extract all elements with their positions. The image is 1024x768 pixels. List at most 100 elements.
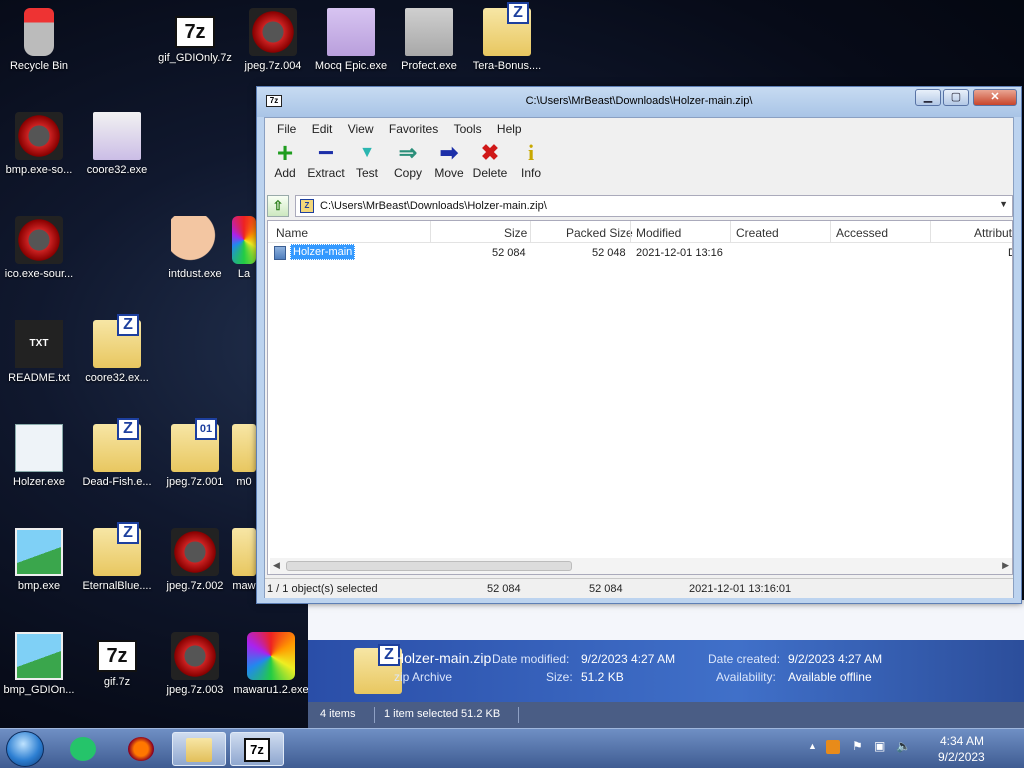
- info-button[interactable]: i Info: [511, 140, 551, 180]
- close-button[interactable]: ✕: [973, 89, 1017, 106]
- desktop-icon-mawaru[interactable]: mawaru1.2.exe: [232, 632, 310, 696]
- minimize-button[interactable]: ▁: [915, 89, 941, 106]
- desktop-icon-m0[interactable]: m0: [232, 424, 256, 488]
- taskbar-app-7zip[interactable]: 7z: [230, 732, 284, 766]
- menu-bar: File Edit View Favorites Tools Help: [265, 118, 1013, 140]
- desktop-icon-gif-gdionly-7z[interactable]: 7z gif_GDIOnly.7z: [156, 8, 234, 64]
- desktop-icon-bmp-exe-source[interactable]: bmp.exe-so...: [0, 112, 78, 176]
- move-button[interactable]: ➡ Move: [429, 140, 469, 180]
- desktop-icon-intdust[interactable]: intdust.exe: [156, 216, 234, 280]
- add-label: Add: [274, 166, 296, 180]
- desktop-icon-label: EternalBlue....: [82, 580, 152, 592]
- up-folder-button[interactable]: ⇧: [267, 195, 289, 217]
- taskbar-app-notes[interactable]: [56, 732, 110, 766]
- scroll-right-icon[interactable]: ▶: [1002, 560, 1009, 571]
- menu-help[interactable]: Help: [491, 118, 528, 140]
- add-button[interactable]: + Add: [265, 139, 305, 181]
- network-icon[interactable]: ▣: [874, 739, 885, 753]
- desktop-icon-recycle-bin[interactable]: Recycle Bin: [0, 8, 78, 72]
- clock-time[interactable]: 4:34 AM: [940, 734, 984, 748]
- row-name: Holzer-main: [290, 244, 356, 260]
- info-label: Info: [520, 166, 541, 180]
- show-hidden-icons-icon[interactable]: ▲: [808, 741, 817, 751]
- desktop-icon-bmp-gdionly[interactable]: bmp_GDIOn...: [0, 632, 78, 696]
- desktop-icon-jpeg-7z-004[interactable]: jpeg.7z.004: [234, 8, 312, 72]
- desktop-icon-tera-bonus[interactable]: Z Tera-Bonus....: [468, 2, 546, 72]
- desktop-icon-bmp-exe[interactable]: bmp.exe: [0, 528, 78, 592]
- menu-view[interactable]: View: [342, 118, 380, 140]
- desktop-icon-readme[interactable]: TXT README.txt: [0, 320, 78, 384]
- chevron-down-icon[interactable]: ▼: [999, 199, 1008, 209]
- clock-date[interactable]: 9/2/2023: [938, 750, 985, 764]
- file-list: Name Size Packed Size Modified Created A…: [267, 220, 1013, 575]
- size-label: Size:: [546, 670, 573, 684]
- desktop-icon-label: README.txt: [8, 372, 70, 384]
- desktop-icon-gif-7z[interactable]: 7z gif.7z: [78, 632, 156, 688]
- split-archive-icon: [171, 632, 219, 680]
- menu-tools[interactable]: Tools: [448, 118, 488, 140]
- scroll-thumb[interactable]: [286, 561, 572, 571]
- status-modified: 2021-12-01 13:16:01: [689, 583, 792, 595]
- scroll-left-icon[interactable]: ◀: [273, 560, 280, 571]
- desktop-icon-label: coore32.exe: [86, 164, 148, 176]
- desktop-icon-mocq-epic[interactable]: Mocq Epic.exe: [312, 8, 390, 72]
- flag-icon[interactable]: ⚑: [852, 739, 863, 753]
- tray-app-icon[interactable]: [826, 740, 840, 754]
- address-path: C:\Users\MrBeast\Downloads\Holzer-main.z…: [320, 200, 547, 212]
- column-attribute[interactable]: Attribute: [974, 226, 1012, 240]
- title-bar[interactable]: 7z C:\Users\MrBeast\Downloads\Holzer-mai…: [257, 87, 1021, 117]
- column-header: Name Size Packed Size Modified Created A…: [268, 221, 1012, 243]
- extract-button[interactable]: − Extract: [306, 139, 346, 181]
- system-tray: ▲ ⚑ ▣ 🔈 4:34 AM 9/2/2023: [804, 729, 1024, 768]
- desktop-icon-holzer[interactable]: Holzer.exe: [0, 424, 78, 488]
- desktop-icon-label: gif.7z: [103, 676, 131, 688]
- desktop-icon-eternalblue[interactable]: Z EternalBlue....: [78, 522, 156, 592]
- desktop-icon-dead-fish[interactable]: Z Dead-Fish.e...: [78, 418, 156, 488]
- info-icon: i: [527, 140, 535, 165]
- move-label: Move: [434, 166, 464, 180]
- desktop-icon-coore32[interactable]: coore32.exe: [78, 112, 156, 176]
- desktop-icon-label: bmp_GDIOn...: [3, 684, 75, 696]
- desktop-icon-la[interactable]: La: [232, 216, 256, 280]
- menu-favorites[interactable]: Favorites: [383, 118, 444, 140]
- desktop-icon-coore32-zip[interactable]: Z coore32.ex...: [78, 314, 156, 384]
- taskbar-app-explorer[interactable]: [172, 732, 226, 766]
- desktop-icon-maw[interactable]: maw: [232, 528, 256, 592]
- zip-folder-icon: [232, 424, 256, 472]
- status-divider: [518, 707, 519, 723]
- anime-app-icon: [405, 8, 453, 56]
- sevenzip-client: File Edit View Favorites Tools Help + Ad…: [264, 117, 1014, 598]
- maximize-button[interactable]: ▢: [943, 89, 969, 106]
- gear-app-icon: [15, 216, 63, 264]
- column-name[interactable]: Name: [276, 226, 308, 240]
- move-icon: ➡: [439, 140, 459, 165]
- horizontal-scrollbar[interactable]: ◀ ▶: [270, 558, 1012, 574]
- desktop-icon-ico-exe-source[interactable]: ico.exe-sour...: [0, 216, 78, 280]
- address-field[interactable]: Z C:\Users\MrBeast\Downloads\Holzer-main…: [295, 195, 1013, 217]
- row-attribute: D: [1008, 247, 1012, 259]
- desktop-icon-label: mawaru1.2.exe: [233, 684, 309, 696]
- status-bar: 1 / 1 object(s) selected 52 084 52 084 2…: [265, 578, 1013, 598]
- test-button[interactable]: ▼ Test: [347, 140, 387, 180]
- table-row[interactable]: Holzer-main 52 084 52 048 2021-12-01 13:…: [268, 243, 1012, 263]
- desktop-icon-label: jpeg.7z.003: [166, 684, 224, 696]
- desktop-icon-label: Dead-Fish.e...: [82, 476, 152, 488]
- volume-icon[interactable]: 🔈: [896, 739, 911, 753]
- column-created[interactable]: Created: [736, 226, 779, 240]
- column-modified[interactable]: Modified: [636, 226, 681, 240]
- copy-button[interactable]: ⇒ Copy: [388, 140, 428, 180]
- anime-app-icon: [327, 8, 375, 56]
- desktop-icon-profect[interactable]: Profect.exe: [390, 8, 468, 72]
- 7z-app-icon: 7z: [244, 738, 270, 762]
- desktop-icon-jpeg-7z-003[interactable]: jpeg.7z.003: [156, 632, 234, 696]
- desktop-icon-jpeg-7z-002[interactable]: jpeg.7z.002: [156, 528, 234, 592]
- column-packed-size[interactable]: Packed Size: [566, 226, 633, 240]
- taskbar-app-firefox[interactable]: [114, 732, 168, 766]
- delete-button[interactable]: ✖ Delete: [470, 140, 510, 180]
- palette-icon: [171, 216, 219, 264]
- desktop-icon-jpeg-7z-001[interactable]: 01 jpeg.7z.001: [156, 418, 234, 488]
- start-button[interactable]: [6, 731, 44, 767]
- zip-folder-icon: [232, 528, 256, 576]
- column-size[interactable]: Size: [504, 226, 527, 240]
- column-accessed[interactable]: Accessed: [836, 226, 888, 240]
